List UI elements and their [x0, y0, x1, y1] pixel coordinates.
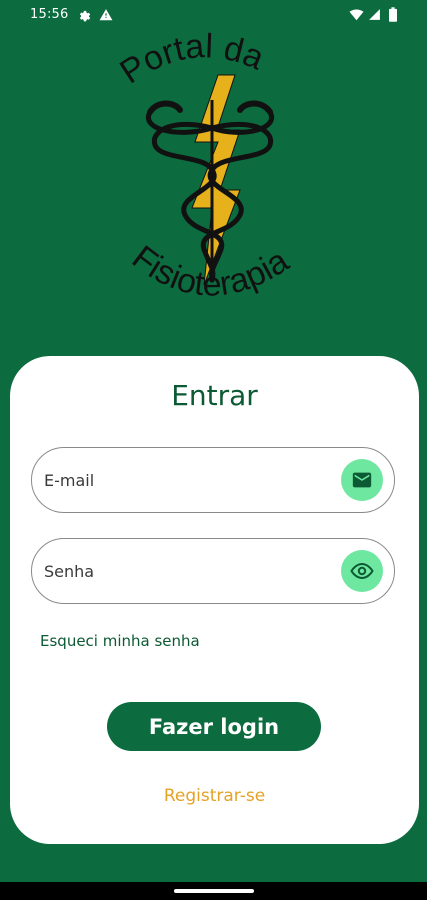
eye-icon[interactable]	[341, 550, 383, 592]
svg-text:Portal da: Portal da	[113, 30, 269, 91]
password-field[interactable]	[31, 538, 395, 604]
signal-icon	[369, 9, 380, 20]
battery-icon	[389, 7, 397, 22]
gear-icon	[79, 10, 91, 22]
wifi-icon	[349, 9, 364, 21]
login-title: Entrar	[171, 379, 258, 412]
status-time: 15:56	[30, 7, 69, 22]
status-bar: 15:56	[0, 0, 427, 30]
login-card: Entrar Esqueci minha senha Fazer login R…	[10, 356, 419, 844]
lightning-bolt-icon	[191, 74, 241, 286]
navigation-bar	[0, 882, 427, 900]
app-logo: Portal da Fisioterapia	[100, 27, 330, 330]
home-handle[interactable]	[174, 889, 254, 893]
mail-icon	[341, 459, 383, 501]
email-input[interactable]	[44, 448, 334, 512]
register-link[interactable]: Registrar-se	[10, 786, 419, 806]
forgot-password-link[interactable]: Esqueci minha senha	[40, 632, 200, 650]
alert-icon	[99, 9, 113, 21]
password-input[interactable]	[44, 539, 334, 603]
email-field[interactable]	[31, 447, 395, 513]
logo-text-line1: Portal da	[113, 27, 269, 91]
login-button[interactable]: Fazer login	[107, 702, 321, 751]
